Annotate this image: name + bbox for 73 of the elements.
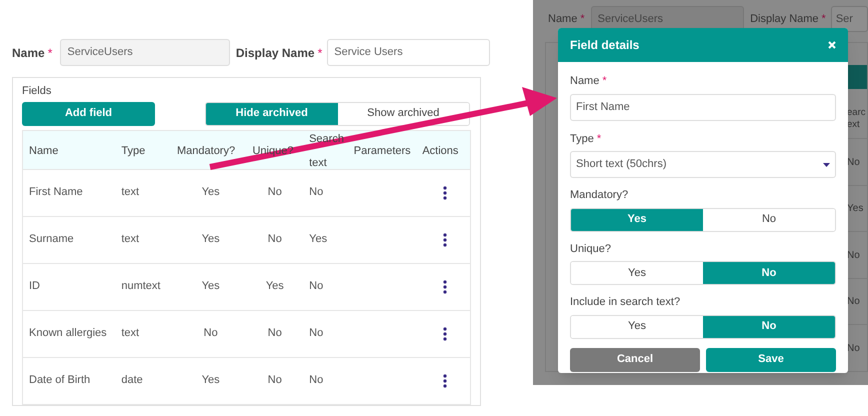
display-name-field[interactable]: Service Users xyxy=(327,39,490,66)
required-mark: * xyxy=(318,44,322,62)
table-cell: Known allergies xyxy=(29,327,107,340)
field-label: Name xyxy=(548,12,578,27)
table-cell: No xyxy=(268,233,282,246)
save-button[interactable]: Save xyxy=(706,348,836,372)
section-title: Fields xyxy=(22,84,52,99)
field-label: Display Name xyxy=(236,44,315,62)
more-options-icon[interactable] xyxy=(443,326,448,340)
required-mark: * xyxy=(596,132,602,146)
column-header: Name xyxy=(29,144,58,156)
column-header: Actions xyxy=(422,144,458,156)
table-cell: Yes xyxy=(202,233,220,246)
table-cell: Yes xyxy=(202,186,220,198)
field-label: Display Name xyxy=(750,12,819,27)
table-cell-text: No xyxy=(847,248,860,263)
table-cell: Yes xyxy=(309,233,328,246)
column-header: earc xyxy=(847,106,866,119)
table-cell: Yes xyxy=(202,374,220,386)
type-select[interactable]: Short text (50chrs) xyxy=(570,151,836,178)
table-cell: text xyxy=(121,327,140,340)
dialog-title: Field details xyxy=(570,37,640,54)
column-header: Parameters xyxy=(354,144,411,156)
required-mark: * xyxy=(602,74,607,89)
table-cell: No xyxy=(309,186,324,198)
field-label: Name xyxy=(12,44,45,62)
more-options-icon[interactable] xyxy=(443,232,448,246)
table-cell-text: No xyxy=(847,156,860,170)
field-label: Name xyxy=(570,74,600,89)
field-label: Unique? xyxy=(570,242,611,254)
field-label: Mandatory? xyxy=(570,189,628,201)
table-cell: numtext xyxy=(121,280,160,292)
table-cell: text xyxy=(121,186,140,198)
column-header: Type xyxy=(121,144,146,156)
table-cell: Yes xyxy=(202,280,220,292)
field-label: Include in search text? xyxy=(570,296,680,308)
archive-option[interactable]: Hide archived xyxy=(206,102,338,124)
more-options-icon[interactable] xyxy=(443,280,448,294)
table-cell: ID xyxy=(29,280,40,292)
table-cell: date xyxy=(121,374,143,386)
toggle-option[interactable]: No xyxy=(703,316,835,338)
table-cell: No xyxy=(309,327,324,340)
caret-icon xyxy=(823,162,830,166)
table-cell-text: No xyxy=(847,342,860,356)
cancel-button[interactable]: Cancel xyxy=(570,348,700,372)
add-field-button[interactable]: Add field xyxy=(22,102,155,126)
toggle-option[interactable]: Yes xyxy=(571,208,703,230)
table-cell: No xyxy=(268,186,282,198)
more-options-icon[interactable] xyxy=(443,186,448,200)
name-field[interactable]: First Name xyxy=(570,94,836,120)
name-field[interactable]: ServiceUsers xyxy=(60,39,230,66)
table-cell: Yes xyxy=(266,280,284,292)
table-cell: No xyxy=(268,374,282,386)
toggle-option[interactable]: No xyxy=(703,262,835,284)
table-cell: Surname xyxy=(29,233,74,246)
table-cell-text: No xyxy=(847,295,860,310)
more-options-icon[interactable] xyxy=(443,374,448,388)
close-icon[interactable] xyxy=(828,41,836,49)
table-cell: No xyxy=(309,374,324,386)
required-mark: * xyxy=(580,12,585,27)
table-cell: First Name xyxy=(29,186,83,198)
button-background xyxy=(847,65,867,89)
table-cell: Date of Birth xyxy=(29,374,90,386)
table-cell: No xyxy=(204,327,218,340)
required-mark: * xyxy=(48,44,52,62)
column-header: Mandatory? xyxy=(177,144,236,156)
field-label: Type xyxy=(570,132,594,146)
table-cell-text: Yes xyxy=(847,202,864,216)
required-mark: * xyxy=(822,12,826,27)
display-name-field: Ser xyxy=(830,6,868,32)
table-cell: No xyxy=(268,327,282,340)
table-cell: text xyxy=(121,233,140,246)
table-cell: No xyxy=(309,280,324,292)
